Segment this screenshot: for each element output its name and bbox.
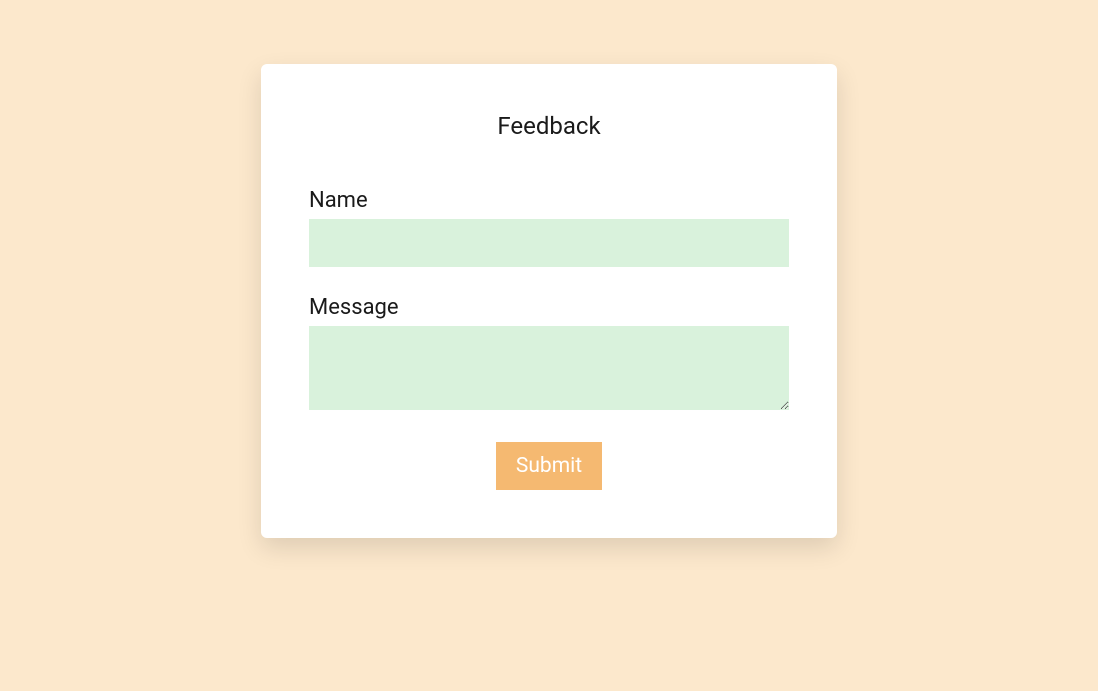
- form-title: Feedback: [309, 112, 789, 140]
- submit-button[interactable]: Submit: [496, 442, 602, 490]
- name-label: Name: [309, 188, 789, 213]
- feedback-card: Feedback Name Message Submit: [261, 64, 837, 538]
- name-input[interactable]: [309, 219, 789, 267]
- message-input[interactable]: [309, 326, 789, 410]
- submit-wrap: Submit: [309, 442, 789, 490]
- message-label: Message: [309, 295, 789, 320]
- message-field-group: Message: [309, 295, 789, 414]
- name-field-group: Name: [309, 188, 789, 267]
